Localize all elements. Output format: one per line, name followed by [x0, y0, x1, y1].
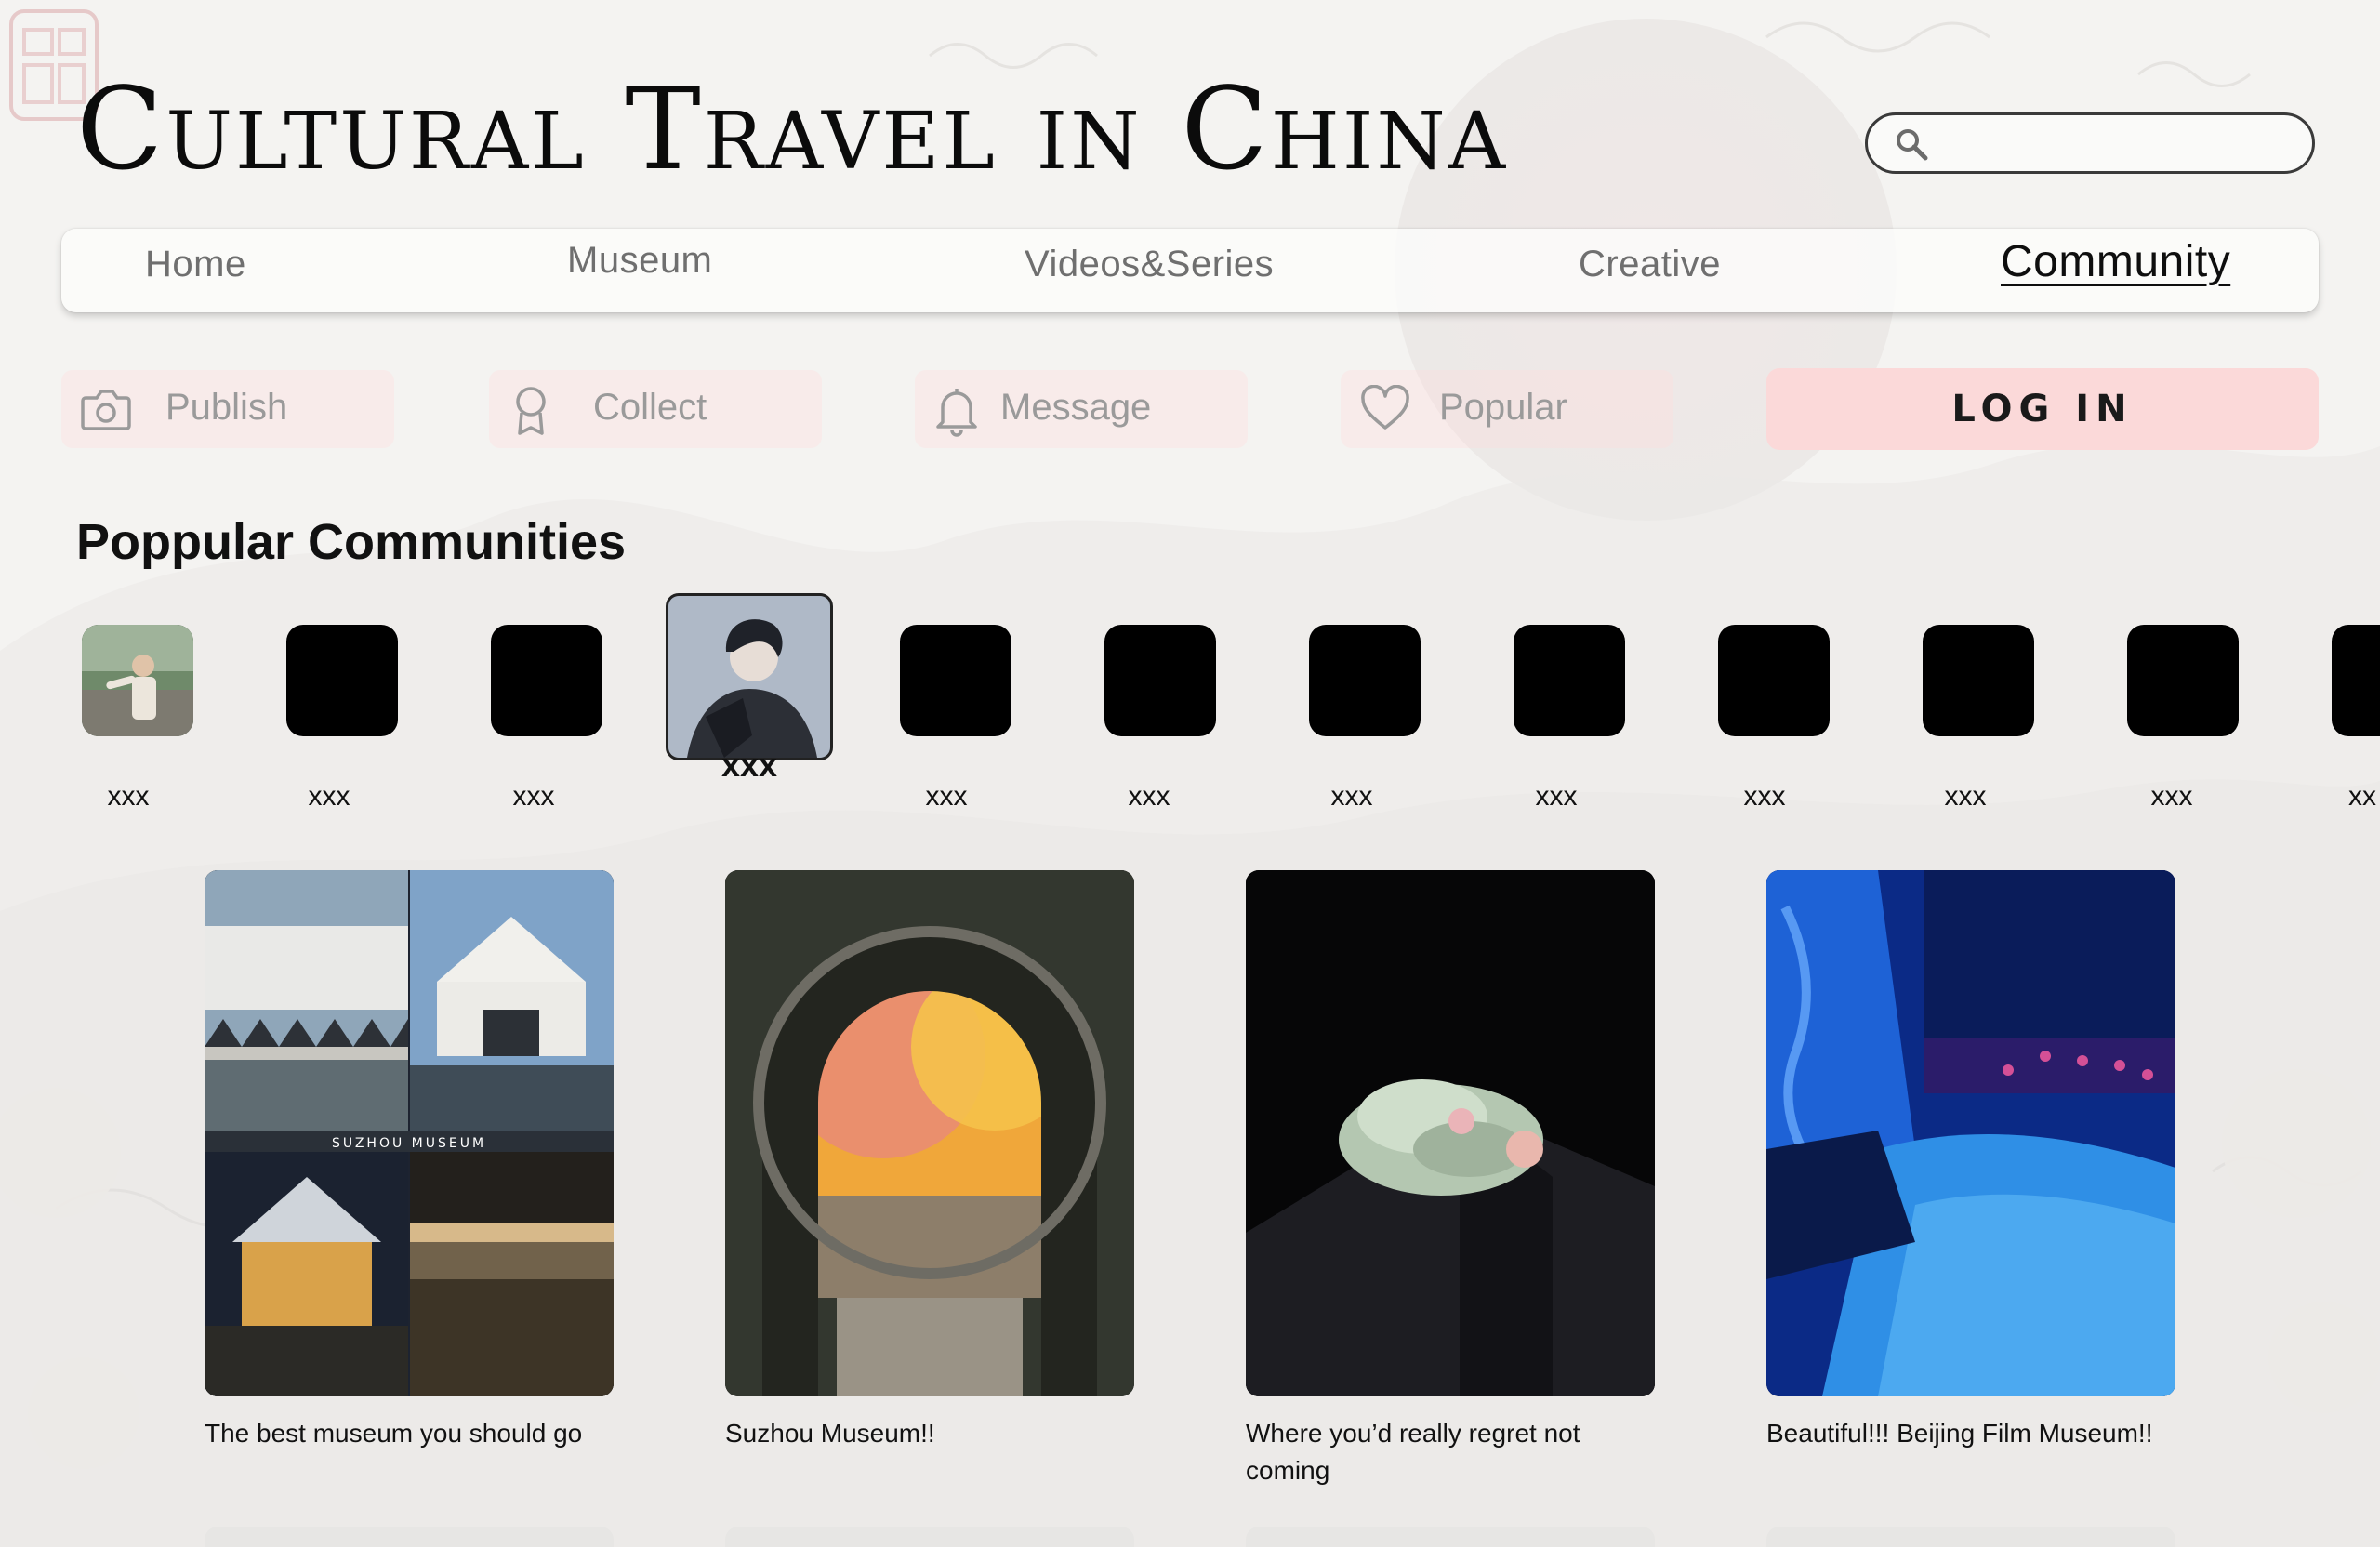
community-name: xxx: [925, 781, 968, 812]
community-name: xxx: [1743, 781, 1786, 812]
heart-icon: [1361, 385, 1409, 430]
community-avatar[interactable]: [82, 625, 193, 736]
popular-button[interactable]: Popular: [1341, 370, 1673, 448]
community-avatar[interactable]: [1923, 625, 2034, 736]
community-name: xxx: [1128, 781, 1170, 812]
message-button[interactable]: Message: [915, 370, 1248, 448]
nav-creative[interactable]: Creative: [1579, 244, 1721, 285]
search-input[interactable]: [1951, 125, 2295, 164]
community-item[interactable]: xxx: [457, 625, 625, 848]
ribbon-award-icon: [516, 387, 546, 435]
main-nav: Home Museum Videos&Series Creative Commu…: [61, 229, 2319, 312]
nav-videos-series[interactable]: Videos&Series: [1025, 244, 1274, 285]
community-name: xxx: [721, 746, 778, 784]
community-name: xxx: [308, 781, 350, 812]
community-item[interactable]: xxx: [1889, 625, 2056, 848]
community-avatar[interactable]: [1718, 625, 1830, 736]
community-avatar[interactable]: [1514, 625, 1625, 736]
community-item[interactable]: xxx: [253, 625, 420, 848]
search-icon: [1897, 129, 1928, 161]
post-caption: Suzhou Museum!!: [725, 1419, 935, 1448]
login-button[interactable]: LOG IN: [1766, 368, 2319, 450]
section-heading: Poppular Communities: [76, 514, 627, 570]
camera-icon: [81, 390, 131, 430]
community-name: xx: [2348, 781, 2376, 812]
nav-home[interactable]: Home: [145, 244, 246, 285]
community-item-selected[interactable]: xxx: [666, 593, 833, 816]
post-card[interactable]: Where you’d really regret not coming: [1246, 870, 1655, 1489]
popular-label: Popular: [1439, 387, 1567, 428]
post-caption: The best museum you should go: [205, 1419, 583, 1448]
community-item[interactable]: xxx: [1071, 625, 1238, 848]
community-avatar[interactable]: [2332, 625, 2380, 736]
post-image[interactable]: [725, 870, 1134, 1396]
community-avatar[interactable]: [2127, 625, 2239, 736]
publish-label: Publish: [165, 387, 288, 428]
community-avatar[interactable]: [900, 625, 1012, 736]
community-item[interactable]: xxx: [1685, 625, 1852, 848]
community-item[interactable]: xxx: [2094, 625, 2261, 848]
post-card[interactable]: Suzhou Museum!!: [725, 870, 1134, 1452]
community-name: xxx: [2150, 781, 2193, 812]
collect-label: Collect: [593, 387, 707, 428]
site-title: Cultural Travel in China: [76, 63, 1509, 195]
community-name: xxx: [512, 781, 555, 812]
bell-icon: [936, 389, 977, 437]
nav-community[interactable]: Community: [2001, 236, 2230, 287]
nav-museum[interactable]: Museum: [567, 240, 712, 282]
post-image[interactable]: [1766, 870, 2175, 1396]
publish-button[interactable]: Publish: [61, 370, 394, 448]
community-item[interactable]: xxx: [866, 625, 1034, 848]
post-card-stub[interactable]: [1766, 1527, 2175, 1547]
post-image[interactable]: SUZHOU MUSEUM: [205, 870, 614, 1396]
post-card[interactable]: SUZHOU MUSEUM The best museum you should…: [205, 870, 614, 1452]
message-label: Message: [1000, 387, 1152, 428]
community-avatar[interactable]: [1104, 625, 1216, 736]
community-item[interactable]: xxx: [1276, 625, 1443, 848]
community-avatar[interactable]: [286, 625, 398, 736]
post-card-stub[interactable]: [1246, 1527, 1655, 1547]
post-image-label: SUZHOU MUSEUM: [332, 1136, 486, 1151]
collect-button[interactable]: Collect: [489, 370, 822, 448]
post-caption: Where you’d really regret not coming: [1246, 1419, 1580, 1485]
community-item[interactable]: xx: [2298, 625, 2380, 848]
post-card-stub[interactable]: [725, 1527, 1134, 1547]
community-avatar[interactable]: [491, 625, 602, 736]
community-item[interactable]: xxx: [48, 625, 216, 848]
community-name: xxx: [107, 781, 150, 812]
post-card[interactable]: Beautiful!!! Beijing Film Museum!!: [1766, 870, 2175, 1452]
community-avatar[interactable]: [666, 593, 833, 760]
search-box[interactable]: [1865, 112, 2315, 174]
community-name: xxx: [1330, 781, 1373, 812]
post-image[interactable]: [1246, 870, 1655, 1396]
community-name: xxx: [1944, 781, 1987, 812]
community-item[interactable]: xxx: [1480, 625, 1647, 848]
post-card-stub[interactable]: [205, 1527, 614, 1547]
community-avatar[interactable]: [1309, 625, 1421, 736]
community-name: xxx: [1535, 781, 1578, 812]
post-caption: Beautiful!!! Beijing Film Museum!!: [1766, 1419, 2153, 1448]
